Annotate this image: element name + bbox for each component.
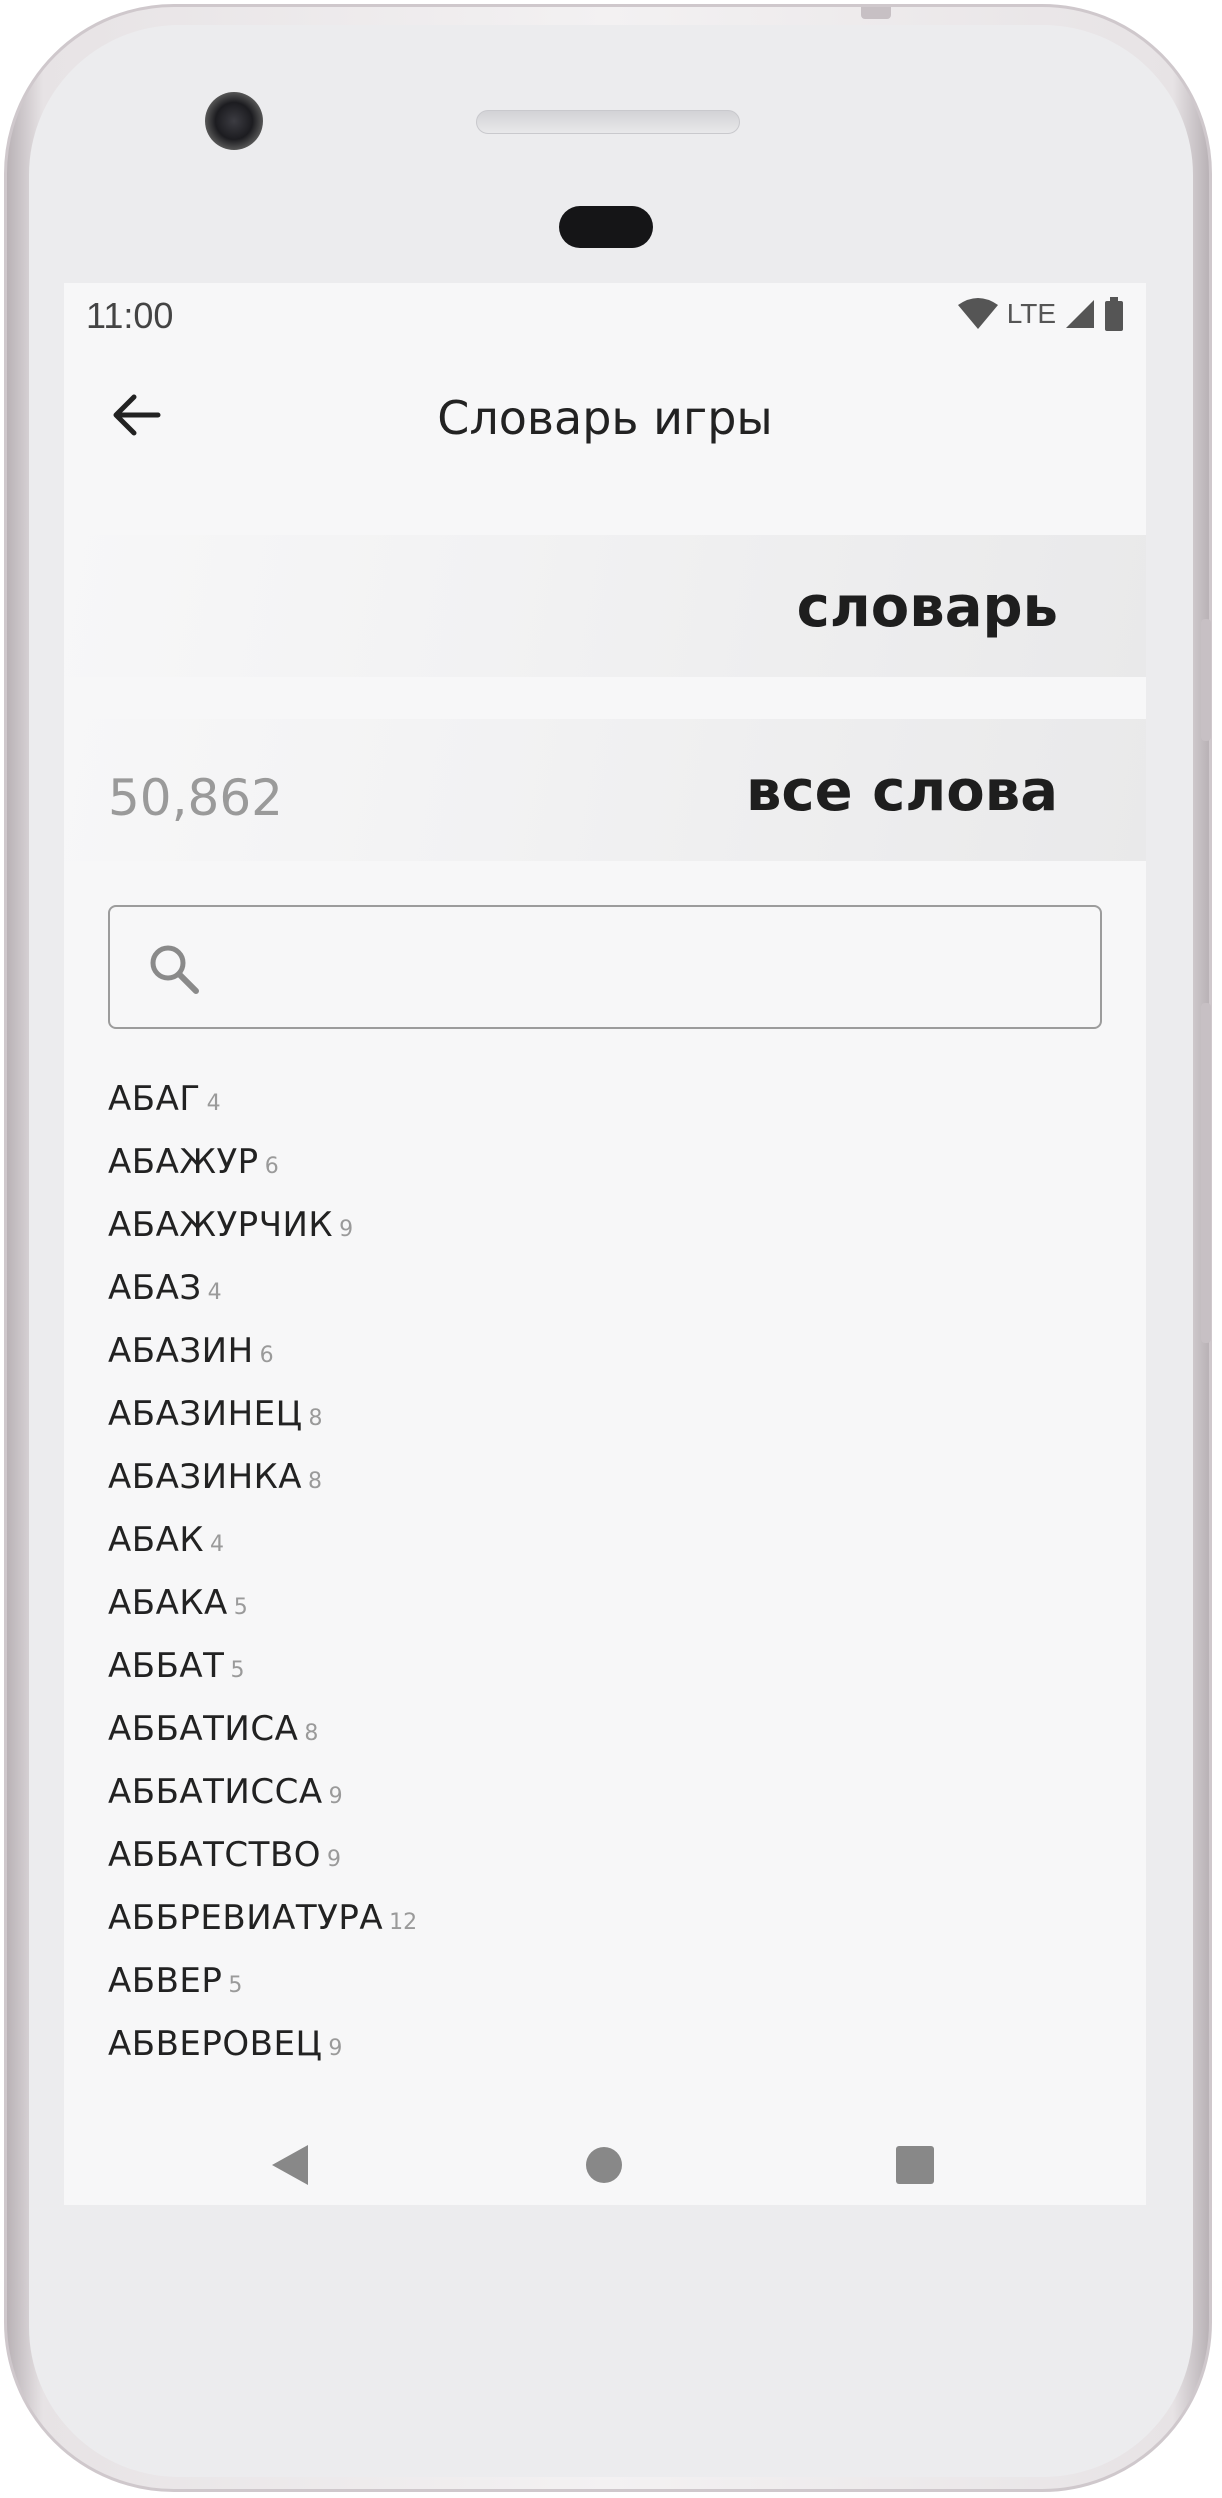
dictionary-label: словарь (796, 575, 1058, 640)
word-length: 4 (206, 1091, 221, 1116)
word-text: АБАГ (108, 1079, 201, 1119)
app-bar: Словарь игры (64, 347, 1146, 481)
battery-icon (1105, 297, 1123, 331)
phone-top-notch (861, 7, 891, 19)
list-item[interactable]: АБАЖУР 6 (108, 1142, 1108, 1205)
word-length: 12 (389, 1910, 418, 1935)
list-item[interactable]: АБВЕРОВЕЦ 9 (108, 2024, 1108, 2087)
earpiece-speaker (476, 110, 740, 134)
list-item[interactable]: АБАЗ 4 (108, 1268, 1108, 1331)
word-length: 8 (308, 1469, 323, 1494)
word-length: 6 (259, 1343, 274, 1368)
network-type-label: LTE (1006, 298, 1056, 329)
list-item[interactable]: АБАЗИНЕЦ 8 (108, 1394, 1108, 1457)
list-item[interactable]: АБАГ 4 (108, 1079, 1108, 1142)
volume-button (1201, 1003, 1211, 1343)
word-text: АБАКА (108, 1583, 228, 1623)
search-box[interactable] (108, 905, 1102, 1029)
word-text: АБАЖУР (108, 1142, 259, 1182)
word-text: АБАК (108, 1520, 204, 1560)
power-button (1201, 619, 1211, 741)
navigation-bar (64, 2115, 1146, 2205)
word-length: 6 (264, 1154, 279, 1179)
list-item[interactable]: АБАКА 5 (108, 1583, 1108, 1646)
word-text: АББРЕВИАТУРА (108, 1898, 384, 1938)
word-length: 8 (308, 1406, 323, 1431)
word-length: 5 (233, 1595, 248, 1620)
word-length: 5 (230, 1658, 245, 1683)
nav-recent-button[interactable] (885, 2135, 945, 2195)
list-item[interactable]: АББАТИССА 9 (108, 1772, 1108, 1835)
status-bar: 11:00 LTE (64, 283, 1146, 347)
list-item[interactable]: АБАЗИНКА 8 (108, 1457, 1108, 1520)
nav-back-button[interactable] (260, 2135, 320, 2195)
all-words-banner[interactable]: 50,862 все слова (64, 719, 1146, 861)
status-time: 11:00 (86, 295, 174, 336)
list-item[interactable]: АБАК 4 (108, 1520, 1108, 1583)
word-text: АББАТ (108, 1646, 225, 1686)
list-item[interactable]: АББАТСТВО 9 (108, 1835, 1108, 1898)
word-length: 4 (209, 1532, 224, 1557)
list-item[interactable]: АББАТ 5 (108, 1646, 1108, 1709)
word-length: 5 (228, 1973, 243, 1998)
dictionary-banner[interactable]: словарь (64, 535, 1146, 677)
list-item[interactable]: АББРЕВИАТУРА 12 (108, 1898, 1108, 1961)
wifi-icon (957, 298, 998, 329)
phone-screen: 11:00 LTE Словарь игры словарь 50,862 вс… (64, 283, 1146, 2205)
word-length: 9 (327, 1847, 342, 1872)
nav-recent-icon (896, 2146, 934, 2184)
status-icons: LTE (957, 297, 1124, 331)
word-text: АБВЕРОВЕЦ (108, 2024, 323, 2064)
word-text: АБВЕР (108, 1961, 223, 2001)
search-input[interactable] (220, 927, 1080, 1007)
front-camera (205, 92, 263, 150)
proximity-sensor (559, 206, 653, 248)
word-length: 8 (304, 1721, 319, 1746)
word-text: АБАЗИНКА (108, 1457, 303, 1497)
word-length: 9 (339, 1217, 354, 1242)
word-text: АБАЗИНЕЦ (108, 1394, 303, 1434)
word-text: АБАЗИН (108, 1331, 254, 1371)
list-item[interactable]: АБАЖУРЧИК 9 (108, 1205, 1108, 1268)
signal-icon (1066, 300, 1094, 328)
word-text: АББАТСТВО (108, 1835, 322, 1875)
word-count: 50,862 (108, 769, 283, 827)
nav-home-icon (586, 2147, 622, 2183)
search-icon (150, 945, 199, 994)
word-length: 4 (207, 1280, 222, 1305)
word-text: АББАТИССА (108, 1772, 323, 1812)
all-words-label: все слова (745, 759, 1058, 824)
list-item[interactable]: АБВЕР 5 (108, 1961, 1108, 2024)
word-list: АБАГ 4 АБАЖУР 6 АБАЖУРЧИК 9 АБАЗ 4 АБАЗИН 6 АБАЗИН… (108, 1079, 1108, 2087)
page-title: Словарь игры (437, 391, 773, 445)
word-text: АБАЖУРЧИК (108, 1205, 334, 1245)
word-text: АБАЗ (108, 1268, 202, 1308)
word-text: АББАТИСА (108, 1709, 299, 1749)
nav-home-button[interactable] (574, 2135, 634, 2195)
word-length: 9 (328, 2036, 343, 2061)
list-item[interactable]: АБАЗИН 6 (108, 1331, 1108, 1394)
word-length: 9 (328, 1784, 343, 1809)
nav-back-icon (272, 2145, 308, 2185)
list-item[interactable]: АББАТИСА 8 (108, 1709, 1108, 1772)
